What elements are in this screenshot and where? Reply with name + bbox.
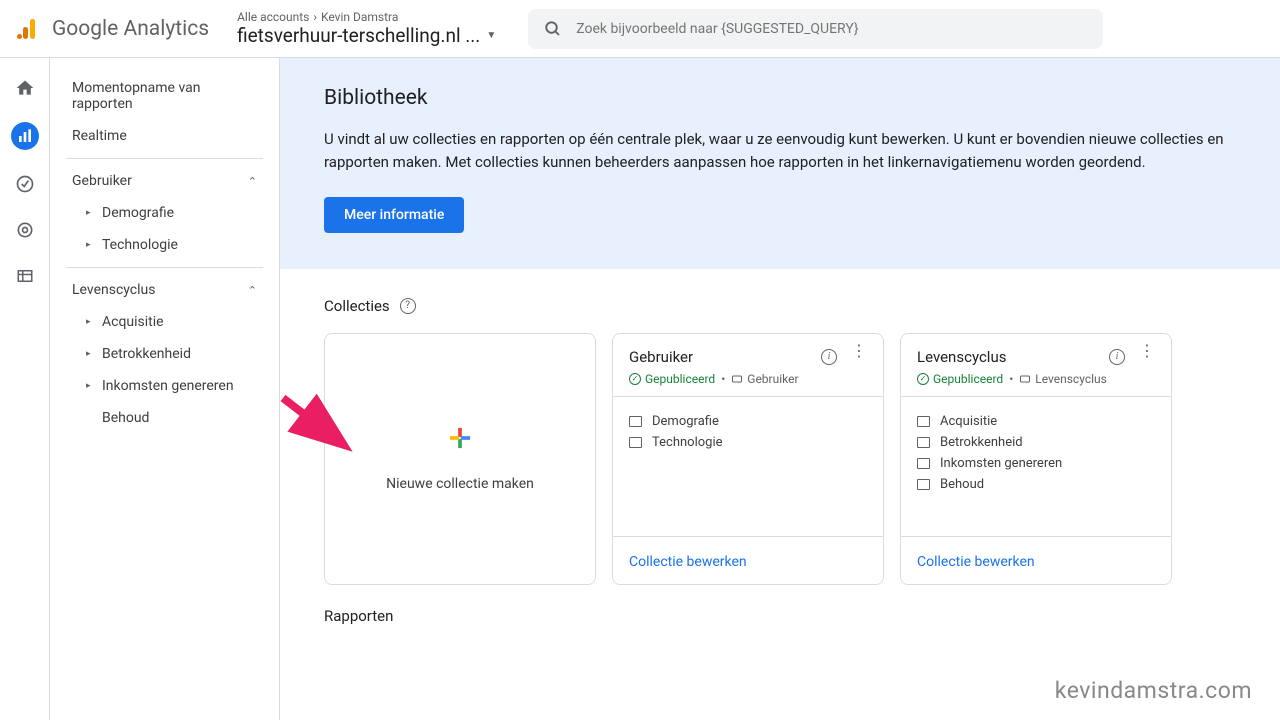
list-item: Technologie xyxy=(629,432,867,453)
tag-label: Gebruiker xyxy=(731,372,798,386)
help-icon[interactable]: ? xyxy=(400,298,416,314)
collections-heading: Collecties ? xyxy=(324,297,1236,315)
chevron-up-icon: ⌃ xyxy=(248,284,257,297)
breadcrumb-child: Kevin Damstra xyxy=(321,10,398,24)
section-label: Levenscyclus xyxy=(72,282,156,298)
list-item: Behoud xyxy=(917,474,1155,495)
page-title: Bibliotheek xyxy=(324,86,1236,110)
kebab-icon[interactable]: ⋮ xyxy=(1139,349,1155,365)
banner-description: U vindt al uw collecties en rapporten op… xyxy=(324,128,1236,175)
reports-heading: Rapporten xyxy=(324,607,1236,625)
app-header: Google Analytics Alle accounts › Kevin D… xyxy=(0,0,1280,58)
edit-collection-link[interactable]: Collectie bewerken xyxy=(917,554,1035,570)
sidebar-item-technologie[interactable]: ▸Technologie xyxy=(50,229,279,261)
sidebar-section-user[interactable]: Gebruiker ⌃ xyxy=(50,165,279,197)
learn-more-button[interactable]: Meer informatie xyxy=(324,197,464,233)
arrow-icon: ▸ xyxy=(86,208,94,218)
list-item: Inkomsten genereren xyxy=(917,453,1155,474)
new-collection-label: Nieuwe collectie maken xyxy=(386,476,534,492)
info-icon[interactable]: i xyxy=(1109,349,1125,365)
search-icon xyxy=(544,20,562,38)
info-banner: Bibliotheek U vindt al uw collecties en … xyxy=(280,58,1280,269)
info-icon[interactable]: i xyxy=(821,349,837,365)
property-selector[interactable]: Alle accounts › Kevin Damstra fietsverhu… xyxy=(237,10,496,47)
sidebar-item-acquisitie[interactable]: ▸Acquisitie xyxy=(50,306,279,338)
sidebar-item-inkomsten[interactable]: ▸Inkomsten genereren xyxy=(50,370,279,402)
property-label: fietsverhuur-terschelling.nl ... xyxy=(237,24,480,47)
list-item: Demografie xyxy=(629,411,867,432)
check-icon: ✓ xyxy=(917,373,929,385)
report-sidebar: Momentopname van rapporten Realtime Gebr… xyxy=(50,58,280,720)
main-content: Bibliotheek U vindt al uw collecties en … xyxy=(280,58,1280,720)
folder-icon xyxy=(917,416,930,427)
new-collection-card[interactable]: Nieuwe collectie maken xyxy=(324,333,596,585)
collection-card-levenscyclus: Levenscyclus i ⋮ ✓Gepubliceerd • Levensc… xyxy=(900,333,1172,585)
side-rail xyxy=(0,58,50,720)
sidebar-item-demografie[interactable]: ▸Demografie xyxy=(50,197,279,229)
dropdown-icon: ▼ xyxy=(486,30,496,41)
arrow-icon: ▸ xyxy=(86,349,94,359)
chevron-right-icon: › xyxy=(313,10,317,24)
logo-area[interactable]: Google Analytics xyxy=(16,17,209,41)
status-badge: ✓Gepubliceerd xyxy=(629,372,715,386)
arrow-icon: ▸ xyxy=(86,317,94,327)
check-icon: ✓ xyxy=(629,373,641,385)
list-item: Acquisitie xyxy=(917,411,1155,432)
list-item: Betrokkenheid xyxy=(917,432,1155,453)
chevron-up-icon: ⌃ xyxy=(248,175,257,188)
explore-icon[interactable] xyxy=(13,172,37,196)
reports-icon[interactable] xyxy=(11,122,39,150)
collection-cards: Nieuwe collectie maken Gebruiker i ⋮ ✓Ge… xyxy=(324,333,1236,585)
sidebar-item-snapshot[interactable]: Momentopname van rapporten xyxy=(50,72,279,120)
divider xyxy=(66,267,263,268)
home-icon[interactable] xyxy=(13,76,37,100)
card-title: Levenscyclus xyxy=(917,348,1006,366)
folder-icon xyxy=(629,416,642,427)
card-title: Gebruiker xyxy=(629,348,693,366)
analytics-logo-icon xyxy=(16,17,40,41)
kebab-icon[interactable]: ⋮ xyxy=(851,349,867,365)
search-box[interactable] xyxy=(528,9,1103,49)
watermark: kevindamstra.com xyxy=(1055,677,1252,704)
sidebar-item-betrokkenheid[interactable]: ▸Betrokkenheid xyxy=(50,338,279,370)
configure-icon[interactable] xyxy=(13,264,37,288)
tag-label: Levenscyclus xyxy=(1019,372,1107,386)
folder-icon xyxy=(917,479,930,490)
folder-icon xyxy=(917,458,930,469)
breadcrumb-parent: Alle accounts xyxy=(237,10,309,24)
status-badge: ✓Gepubliceerd xyxy=(917,372,1003,386)
folder-icon xyxy=(629,437,642,448)
edit-collection-link[interactable]: Collectie bewerken xyxy=(629,554,747,570)
divider xyxy=(66,158,263,159)
advertising-icon[interactable] xyxy=(13,218,37,242)
folder-icon xyxy=(917,437,930,448)
product-name: Google Analytics xyxy=(52,17,209,41)
search-input[interactable] xyxy=(576,21,1087,37)
sidebar-item-realtime[interactable]: Realtime xyxy=(50,120,279,152)
breadcrumb: Alle accounts › Kevin Damstra xyxy=(237,10,496,24)
plus-icon xyxy=(449,426,471,456)
sidebar-item-behoud[interactable]: Behoud xyxy=(50,402,279,434)
section-label: Gebruiker xyxy=(72,173,132,189)
sidebar-section-lifecycle[interactable]: Levenscyclus ⌃ xyxy=(50,274,279,306)
arrow-icon: ▸ xyxy=(86,240,94,250)
collection-card-gebruiker: Gebruiker i ⋮ ✓Gepubliceerd • Gebruiker xyxy=(612,333,884,585)
arrow-icon: ▸ xyxy=(86,381,94,391)
